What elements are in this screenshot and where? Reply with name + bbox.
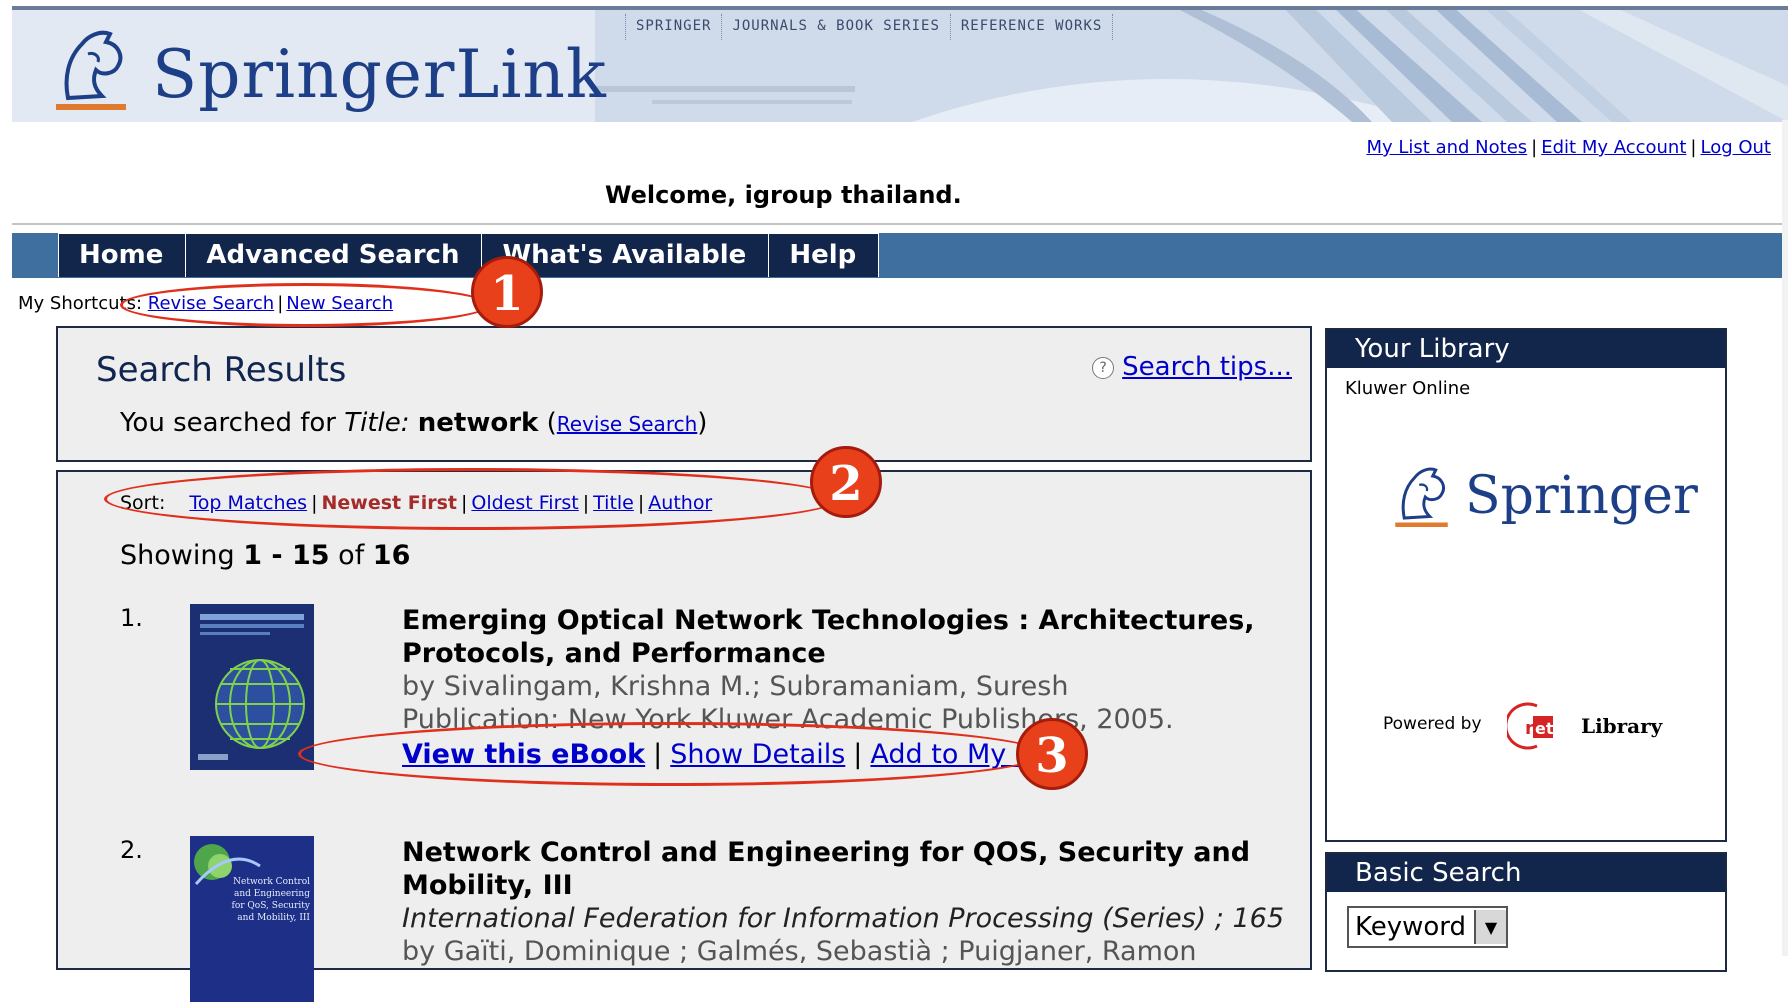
your-library-heading: Your Library [1327, 330, 1725, 368]
paren: ) [697, 408, 708, 438]
search-tips: ? Search tips... [1092, 352, 1292, 382]
separator: | [311, 492, 318, 514]
springer-knight-logo-icon [56, 30, 126, 110]
welcome-message: Welcome, igroup thailand. [605, 181, 962, 209]
view-ebook-link[interactable]: View this eBook [402, 739, 645, 770]
my-list-and-notes-link[interactable]: My List and Notes [1366, 137, 1527, 158]
help-icon: ? [1092, 357, 1115, 379]
separator: | [277, 293, 284, 314]
search-results-header-panel: Search Results ? Search tips... You searc… [56, 326, 1312, 462]
result-item: 1. Emerging Optical Network Technologies… [120, 604, 1300, 784]
new-search-shortcut-link[interactable]: New Search [286, 293, 393, 314]
your-library-box: Your Library Kluwer Online Springer Powe… [1325, 328, 1727, 842]
netlibrary-logo-icon[interactable]: n et [1507, 702, 1587, 750]
tab-home[interactable]: Home [58, 233, 187, 277]
results-count: Showing 1 - 15 of 16 [120, 540, 410, 571]
sort-top-matches-link[interactable]: Top Matches [189, 492, 307, 514]
library-name: Kluwer Online [1345, 378, 1471, 399]
sort-newest-first-active: Newest First [321, 492, 457, 514]
top-nav: SPRINGER JOURNALS & BOOK SERIES REFERENC… [625, 14, 1114, 40]
callout-badge-3: 3 [1016, 718, 1088, 790]
sort-label: Sort: [120, 492, 166, 514]
sort-author-link[interactable]: Author [648, 492, 712, 514]
search-results-list-panel: Sort: Top Matches | Newest First | Oldest Fi… [56, 470, 1312, 1002]
callout-badge-1: 1 [471, 256, 543, 328]
result-authors: by Gaïti, Dominique ; Galmés, Sebastià ;… [402, 936, 1197, 967]
show-details-link[interactable]: Show Details [670, 739, 845, 770]
search-field-select[interactable]: Keyword ▼ [1347, 906, 1509, 948]
callout-badge-2: 2 [810, 446, 882, 518]
searched-for-label: You searched for [120, 408, 336, 438]
result-info: Network Control and Engineering for QOS,… [402, 836, 1332, 968]
powered-by-label: Powered by [1383, 714, 1482, 734]
result-authors: by Sivalingam, Krishna M.; Subramaniam, … [402, 671, 1069, 702]
tab-help[interactable]: Help [769, 233, 880, 277]
sort-title-link[interactable]: Title [593, 492, 634, 514]
springerlink-logo-text[interactable]: SpringerLink [152, 36, 607, 113]
search-field-value: Keyword [1355, 912, 1467, 942]
main-tabs: Home Advanced Search What's Available He… [58, 233, 880, 278]
revise-search-shortcut-link[interactable]: Revise Search [148, 293, 274, 314]
result-publication: Publication: New York Kluwer Academic Pu… [402, 704, 1174, 735]
separator: | [460, 492, 468, 514]
showing-prefix: Showing [120, 540, 235, 571]
basic-search-heading: Basic Search [1327, 854, 1725, 892]
search-term: network [417, 408, 539, 438]
showing-total: 16 [372, 540, 411, 571]
separator: | [853, 739, 863, 770]
paren: ( [546, 408, 557, 438]
sort-oldest-first-link[interactable]: Oldest First [471, 492, 578, 514]
dropdown-arrow-icon[interactable]: ▼ [1474, 910, 1507, 944]
separator: | [1690, 137, 1697, 158]
top-nav-journals-book-series[interactable]: JOURNALS & BOOK SERIES [721, 14, 949, 40]
result-actions: View this eBook | Show Details | Add to My L… [402, 736, 1332, 774]
springer-knight-logo-icon [1395, 467, 1448, 527]
searched-for-summary: You searched for Title: network (Revise … [120, 408, 707, 438]
log-out-link[interactable]: Log Out [1700, 137, 1771, 158]
top-nav-springer[interactable]: SPRINGER [625, 14, 721, 40]
result-number: 1. [120, 604, 143, 632]
result-title[interactable]: Network Control and Engineering for QOS,… [402, 836, 1332, 902]
account-links: My List and Notes | Edit My Account | Log Ou… [1366, 137, 1771, 158]
netlibrary-wordmark[interactable]: Library [1581, 714, 1662, 738]
result-title[interactable]: Emerging Optical Network Technologies : … [402, 604, 1332, 670]
search-tips-link[interactable]: Search tips... [1122, 352, 1292, 382]
svg-text:et: et [1535, 719, 1554, 738]
my-shortcuts: My Shortcuts: Revise Search | New Search [18, 293, 393, 314]
search-field-name: Title: [344, 408, 410, 438]
springer-publisher-logo[interactable]: Springer [1465, 466, 1698, 526]
edit-my-account-link[interactable]: Edit My Account [1541, 137, 1686, 158]
book-cover-thumbnail[interactable]: Network Control and Engineering for QoS,… [190, 836, 314, 1002]
showing-range: 1 - 15 [243, 540, 330, 571]
separator: | [1531, 137, 1538, 158]
sort-bar: Sort: Top Matches | Newest First | Oldest Fi… [120, 492, 712, 514]
window-right-edge [1782, 120, 1788, 956]
result-number: 2. [120, 836, 143, 864]
showing-of: of [338, 540, 365, 571]
logo-area: SpringerLink [12, 10, 606, 122]
result-info: Emerging Optical Network Technologies : … [402, 604, 1332, 774]
springerlink-banner: SpringerLink SPRINGER JOURNALS & BOOK SE… [12, 6, 1788, 122]
divider [12, 223, 1788, 225]
tab-advanced-search[interactable]: Advanced Search [186, 233, 483, 277]
cover-title-text: Network Control and Engineering for QoS,… [231, 877, 311, 923]
top-nav-reference-works[interactable]: REFERENCE WORKS [949, 14, 1114, 40]
book-cover-thumbnail[interactable] [190, 604, 314, 770]
result-series: International Federation for Information… [402, 903, 1284, 934]
separator: | [653, 739, 663, 770]
main-nav-bar: Home Advanced Search What's Available He… [12, 233, 1788, 278]
revise-search-link[interactable]: Revise Search [557, 412, 698, 436]
separator: | [637, 492, 645, 514]
basic-search-box: Basic Search Keyword ▼ [1325, 852, 1727, 972]
shortcuts-label: My Shortcuts: [18, 293, 143, 314]
search-results-title: Search Results [96, 350, 347, 390]
separator: | [582, 492, 590, 514]
result-item: 2. Network Control and Engineering for Q… [120, 836, 1300, 1002]
